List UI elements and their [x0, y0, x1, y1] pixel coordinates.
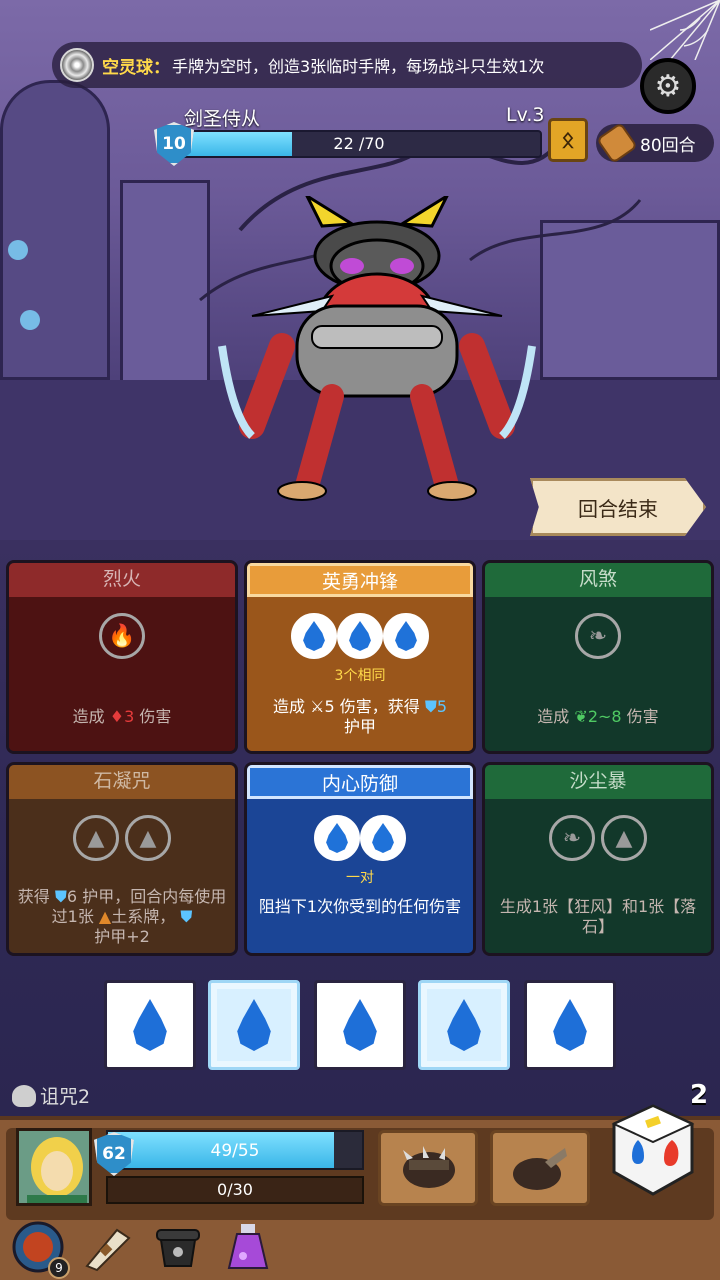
card-title: 石凝咒 — [9, 765, 235, 799]
card-brave-charge[interactable]: 英勇冲锋 3个相同 造成 ⚔5 伤害，获得 ⛊5 护甲 — [244, 560, 476, 754]
water-drop-icon — [553, 999, 587, 1051]
shield-icon: ⛊ — [180, 907, 193, 926]
water-drop-icon — [133, 999, 167, 1051]
wind-icon: ❦ — [574, 707, 588, 726]
earth-slot-icon: ▲ — [601, 815, 647, 861]
die-water[interactable] — [524, 980, 616, 1070]
die-water-frozen[interactable] — [208, 980, 300, 1070]
die-water[interactable] — [104, 980, 196, 1070]
card-description: 阻挡下1次你受到的任何伤害 — [258, 897, 462, 916]
wind-slot-icon: ❧ — [549, 815, 595, 861]
player-hp-bar: 49/55 — [106, 1130, 364, 1170]
player-hp-text: 49/55 — [210, 1141, 260, 1161]
card-requirement: 一对 — [346, 870, 374, 886]
card-stone-curse[interactable]: 石凝咒 ▲ ▲ 获得 ⛊6 护甲，回合内每使用过1张 ▲土系牌， ⛊ 护甲+2 — [6, 762, 238, 956]
card-sandstorm[interactable]: 沙尘暴 ❧ ▲ 生成1张【狂风】和1张【落石】 — [482, 762, 714, 956]
horn-icon — [85, 1228, 131, 1272]
enemy-level: Lv.3 — [506, 104, 545, 126]
pot-icon — [156, 1229, 200, 1267]
skill-fist-slot[interactable] — [378, 1130, 478, 1206]
hero-portrait — [19, 1131, 89, 1203]
earth-fist-icon — [513, 1148, 567, 1190]
water-slot-icon — [383, 613, 429, 659]
wind-slot-icon: ❧ — [575, 613, 621, 659]
rune-card-icon[interactable]: ᛟ — [548, 118, 588, 162]
fire-drop-icon: ♦ — [109, 707, 125, 726]
turn-count: 80回合 — [640, 135, 696, 156]
card-wind-fiend[interactable]: 风煞 ❧ 造成 ❦2~8 伤害 — [482, 560, 714, 754]
item-bar: 9 — [10, 1218, 276, 1279]
potion-icon — [227, 1224, 269, 1269]
skill-earth-slot[interactable] — [490, 1130, 590, 1206]
samurai-monster[interactable] — [212, 196, 542, 506]
passive-description: 手牌为空时，创造3张临时手牌，每场战斗只生效1次 — [172, 57, 545, 76]
card-requirement: 3个相同 — [334, 668, 386, 684]
gear-icon[interactable]: ⚙ — [640, 58, 696, 114]
water-drop-icon — [447, 999, 481, 1051]
item-potion[interactable] — [220, 1219, 276, 1275]
card-title: 烈火 — [9, 563, 235, 597]
water-slot-icon — [314, 815, 360, 861]
item-pot[interactable] — [150, 1219, 206, 1275]
card-title: 内心防御 — [247, 765, 473, 799]
player-xp-bar: 0/30 — [106, 1176, 364, 1204]
end-turn-button[interactable]: 回合结束 — [530, 478, 706, 536]
passive-name: 空灵球： — [102, 57, 170, 78]
card-description: 获得 ⛊6 护甲，回合内每使用过1张 ▲土系牌， ⛊ 护甲+2 — [17, 887, 227, 946]
element-die-icon[interactable] — [610, 1102, 696, 1198]
enemy-hp-text: 22 /70 — [333, 134, 385, 153]
card-description: 生成1张【狂风】和1张【落石】 — [499, 897, 697, 936]
water-slot-icon — [337, 613, 383, 659]
earth-slot-icon: ▲ — [73, 815, 119, 861]
curse-indicator[interactable]: 诅咒2 — [12, 1082, 90, 1109]
scroll-icon — [596, 122, 638, 164]
enemy-shield-value: 10 — [162, 134, 186, 154]
card-fire[interactable]: 烈火 🔥 造成 ♦3 伤害 — [6, 560, 238, 754]
cobweb-icon — [650, 0, 720, 60]
swirl-orb-icon — [60, 48, 94, 82]
fire-slot-icon: 🔥 — [99, 613, 145, 659]
card-description: 造成 ⚔5 伤害，获得 ⛊5 护甲 — [272, 697, 448, 736]
enemy-hp-bar: 22 /70 — [176, 130, 542, 158]
water-slot-icon — [360, 815, 406, 861]
card-title: 沙尘暴 — [485, 765, 711, 799]
card-inner-defense[interactable]: 内心防御 一对 阻挡下1次你受到的任何伤害 — [244, 762, 476, 956]
item-horn[interactable] — [80, 1219, 136, 1275]
water-slot-icon — [291, 613, 337, 659]
die-water-frozen[interactable] — [418, 980, 510, 1070]
die-water[interactable] — [314, 980, 406, 1070]
earth-slot-icon: ▲ — [125, 815, 171, 861]
water-drop-icon — [237, 999, 271, 1051]
shield-icon: ⛊ — [424, 697, 437, 716]
card-description: 造成 ♦3 伤害 — [72, 707, 172, 726]
spiked-fist-icon — [403, 1146, 455, 1188]
enemy-name: 剑圣侍从 — [184, 108, 261, 130]
water-drop-icon — [343, 999, 377, 1051]
card-title: 英勇冲锋 — [247, 563, 473, 597]
player-avatar[interactable] — [16, 1128, 92, 1206]
item-bowl[interactable]: 9 — [10, 1219, 70, 1279]
shield-icon: ⛊ — [54, 887, 67, 906]
player-shield-value: 62 — [102, 1144, 126, 1164]
turn-counter: 80回合 — [596, 122, 714, 164]
sword-icon: ⚔ — [310, 697, 325, 716]
earth-icon: ▲ — [98, 907, 112, 926]
passive-banner[interactable]: 空灵球： 手牌为空时，创造3张临时手牌，每场战斗只生效1次 — [52, 42, 642, 88]
item-count-badge: 9 — [48, 1257, 70, 1279]
card-title: 风煞 — [485, 563, 711, 597]
skull-icon — [12, 1084, 36, 1107]
curse-label: 诅咒2 — [40, 1086, 91, 1108]
card-description: 造成 ❦2~8 伤害 — [537, 707, 659, 726]
